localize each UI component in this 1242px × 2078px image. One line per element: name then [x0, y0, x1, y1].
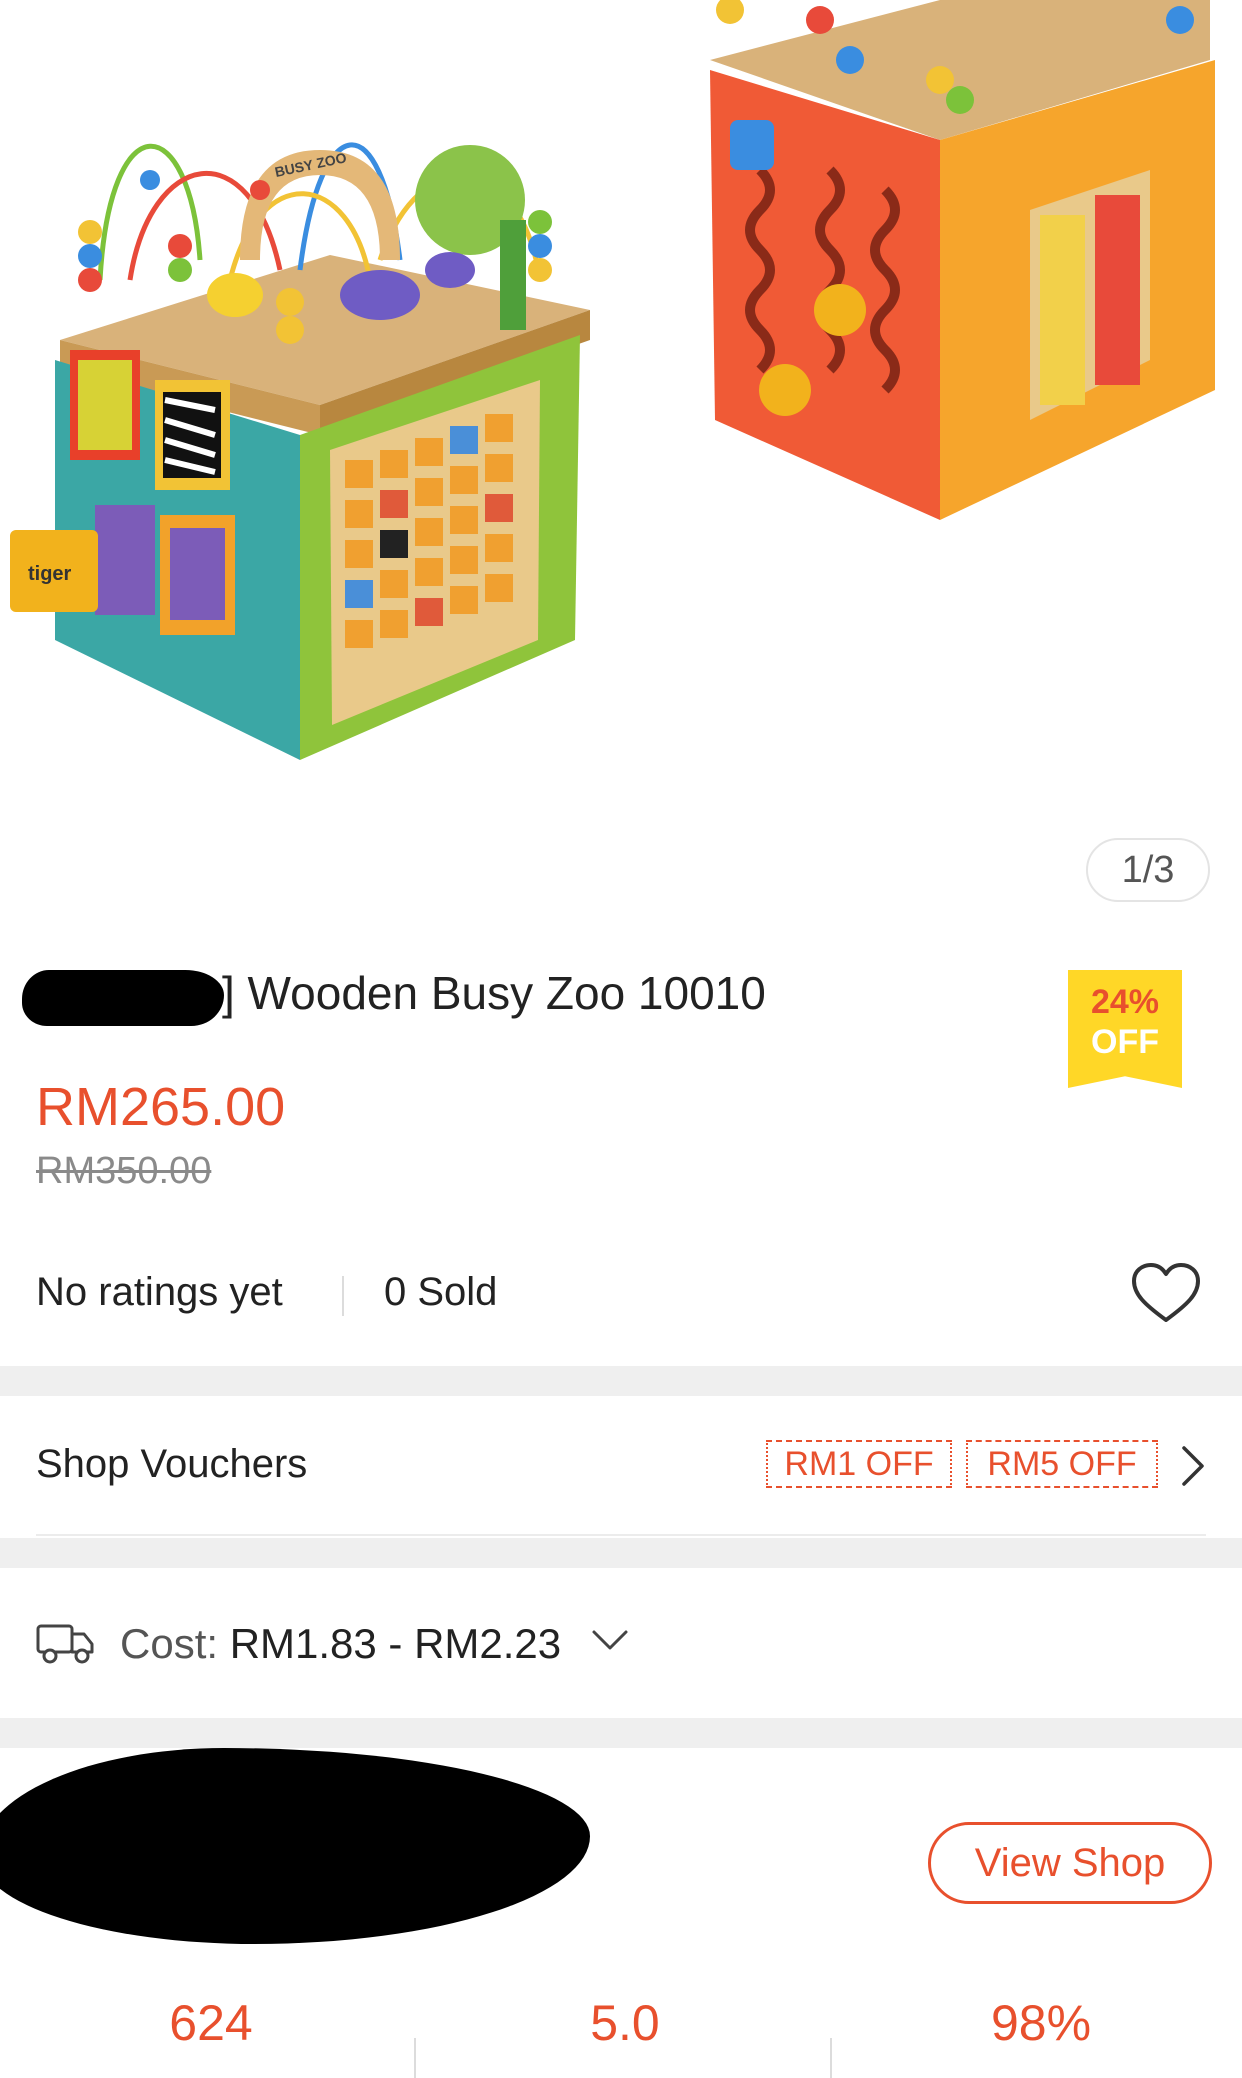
- chevron-right-icon[interactable]: [1178, 1444, 1208, 1488]
- voucher-rm1-off[interactable]: RM1 OFF: [766, 1440, 952, 1488]
- image-counter: 1/3: [1086, 838, 1210, 902]
- discount-badge: 24% OFF: [1068, 970, 1182, 1088]
- view-shop-button[interactable]: View Shop: [928, 1822, 1212, 1904]
- product-image-secondary: [710, 0, 1215, 520]
- shipping-cost: Cost: RM1.83 - RM2.23: [120, 1620, 561, 1668]
- divider: [342, 1276, 344, 1316]
- voucher-rm5-off[interactable]: RM5 OFF: [966, 1440, 1158, 1488]
- divider: [36, 1534, 1206, 1536]
- shipping-cost-value: RM1.83 - RM2.23: [229, 1620, 562, 1667]
- product-image-main: tiger BUSY ZOO: [10, 142, 590, 760]
- ratings-text[interactable]: No ratings yet: [36, 1270, 283, 1315]
- truck-icon: [36, 1624, 94, 1664]
- shop-stat-products: 624: [169, 1995, 253, 2051]
- original-price: RM350.00: [36, 1150, 212, 1192]
- section-separator: [0, 1366, 1242, 1396]
- divider: [414, 2038, 416, 2078]
- divider: [830, 2038, 832, 2078]
- product-title-row: ] Wooden Busy Zoo 10010: [22, 960, 1062, 1032]
- discount-percent: 24%: [1090, 983, 1160, 1021]
- section-separator: [0, 1538, 1242, 1568]
- shop-stat-rating: 5.0: [590, 1995, 660, 2051]
- shop-vouchers-label: Shop Vouchers: [36, 1442, 308, 1486]
- heart-icon[interactable]: [1130, 1262, 1202, 1326]
- product-title: ] Wooden Busy Zoo 10010: [222, 967, 766, 1019]
- discount-label: OFF: [1091, 1023, 1159, 1061]
- product-image-gallery[interactable]: tiger BUSY ZOO 1/3: [0, 0, 1242, 910]
- shipping-row[interactable]: Cost: RM1.83 - RM2.23: [0, 1568, 1242, 1718]
- shop-vouchers-row[interactable]: Shop Vouchers RM1 OFF RM5 OFF: [0, 1396, 1242, 1536]
- svg-text:tiger: tiger: [28, 563, 72, 585]
- current-price: RM265.00: [36, 1077, 286, 1137]
- shop-stat-response-rate: 98%: [990, 1995, 1092, 2051]
- rating-row: No ratings yet 0 Sold: [36, 1262, 1206, 1322]
- section-separator: [0, 1718, 1242, 1748]
- shipping-cost-label: Cost:: [120, 1620, 219, 1667]
- shop-info: View Shop 624 5.0 98%: [0, 1748, 1242, 2078]
- chevron-down-icon[interactable]: [590, 1626, 630, 1656]
- redacted-region: [0, 1748, 590, 1944]
- sold-count: 0 Sold: [384, 1270, 498, 1314]
- redacted-region: [22, 970, 224, 1026]
